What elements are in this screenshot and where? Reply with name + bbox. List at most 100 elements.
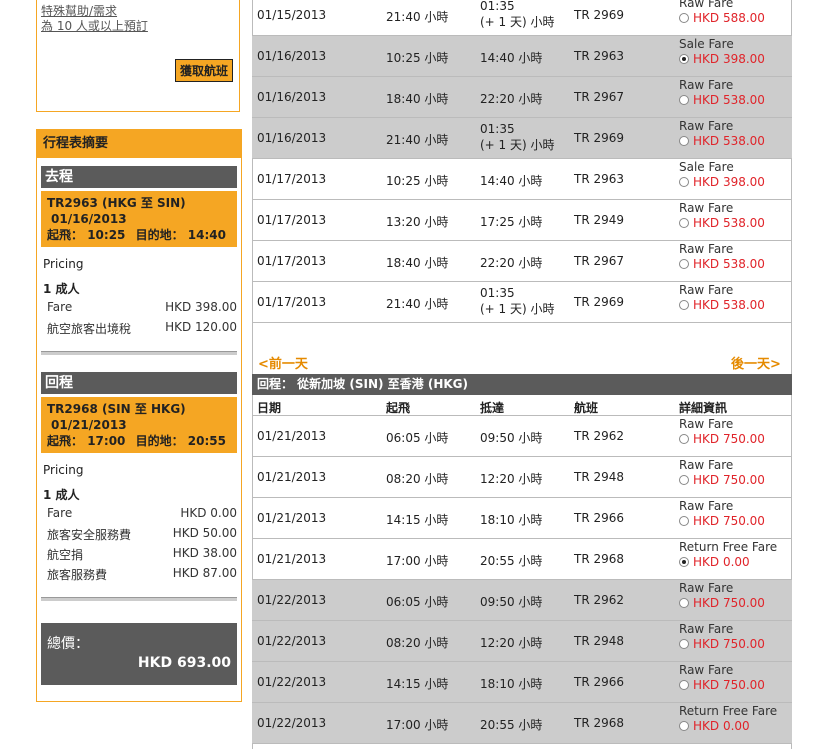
flight-number: TR 2968 (574, 716, 625, 730)
arrival-line: 20:55 小時 (480, 718, 543, 732)
arrival-line: 01:35 (480, 286, 515, 300)
itinerary-summary: 行程表摘要 去程 TR2963 (HKG 至 SIN) 01/16/2013 起… (36, 129, 242, 702)
departure-time: 21:40 小時 (386, 133, 449, 147)
fare-cell: Raw Fare HKD 750.00 (679, 417, 765, 447)
fare-cell: Raw Fare HKD 750.00 (679, 458, 765, 488)
fare-radio[interactable] (679, 475, 689, 485)
arrival-line: 20:55 小時 (480, 554, 543, 568)
fare-price: HKD 588.00 (693, 11, 765, 25)
special-assistance-link[interactable]: 特殊幫助/需求 (41, 4, 239, 19)
flight-date: 01/17/2013 (257, 213, 327, 227)
fare-cell: Raw Fare HKD 538.00 (679, 119, 765, 149)
return-date: 01/21/2013 (51, 418, 127, 432)
fare-price: HKD 750.00 (693, 514, 765, 528)
group-booking-link[interactable]: 為 10 人或以上預訂 (41, 19, 239, 34)
arrival-time: 20:55 小時 (480, 716, 542, 733)
fee-value: HKD 87.00 (172, 566, 237, 580)
fare-radio[interactable] (679, 177, 689, 187)
outbound-pax: 1 成人 (43, 282, 80, 296)
departure-time: 21:40 小時 (386, 10, 449, 24)
fare-radio[interactable] (679, 259, 689, 269)
departure-time: 08:20 小時 (386, 636, 449, 650)
fare-cell: Return Free Fare HKD 0.00 (679, 704, 777, 734)
fare-cell: Return Free Fare HKD 0.00 (679, 540, 777, 570)
arrival-line: 18:10 小時 (480, 677, 543, 691)
departure-time: 21:40 小時 (386, 297, 449, 311)
flight-row: 01/21/2013 17:00 小時 20:55 小時 TR 2968 Return … (252, 539, 792, 580)
fare-type: Raw Fare (679, 242, 734, 256)
arrival-time: 20:55 小時 (480, 552, 542, 569)
outbound-dep-label: 起飛： (47, 228, 84, 242)
fare-type: Raw Fare (679, 581, 734, 595)
flight-row: 01/17/2013 10:25 小時 14:40 小時 TR 2963 Sale Fa… (252, 159, 792, 200)
col-date: 日期 (257, 401, 282, 415)
fare-price: HKD 0.00 (693, 555, 750, 569)
outbound-flight: TR2963 (HKG 至 SIN) (47, 196, 186, 210)
arrival-next-day: (+ 1 天) 小時 (480, 15, 555, 29)
arrival-time: 12:20 小時 (480, 634, 542, 651)
arrival-line: 01:35 (480, 122, 515, 136)
fare-type: Sale Fare (679, 37, 734, 51)
fare-radio[interactable] (679, 680, 689, 690)
col-details: 詳細資訊 (679, 401, 728, 415)
flight-number: TR 2948 (574, 470, 625, 484)
fare-radio[interactable] (679, 516, 689, 526)
outbound-heading: 去程 (41, 166, 237, 188)
fare-cell: Raw Fare HKD 750.00 (679, 663, 765, 693)
return-dep-label: 起飛： (47, 434, 84, 448)
arrival-time: 14:40 小時 (480, 49, 542, 66)
fare-type: Return Free Fare (679, 704, 778, 718)
total-value: HKD 693.00 (137, 655, 231, 671)
return-heading: 回程 (41, 372, 237, 394)
fare-type: Raw Fare (679, 622, 734, 636)
flight-date: 01/16/2013 (257, 90, 327, 104)
fare-radio[interactable] (679, 95, 689, 105)
arrival-time: 22:20 小時 (480, 90, 542, 107)
fare-radio[interactable] (679, 434, 689, 444)
fare-radio[interactable] (679, 218, 689, 228)
arrival-line: 09:50 小時 (480, 431, 543, 445)
fare-price: HKD 750.00 (693, 473, 765, 487)
arrival-line: 14:40 小時 (480, 51, 543, 65)
fee-value: HKD 120.00 (165, 320, 237, 334)
return-pricing-label: Pricing (43, 463, 84, 477)
fare-radio[interactable] (679, 136, 689, 146)
flight-number: TR 2963 (574, 172, 625, 186)
fare-cell: Raw Fare HKD 538.00 (679, 242, 765, 272)
col-arrival: 抵達 (480, 401, 505, 415)
fare-radio[interactable] (679, 13, 689, 23)
fare-cell: Raw Fare HKD 538.00 (679, 283, 765, 313)
flight-row: 01/17/2013 21:40 小時 01:35 (+ 1 天) 小時 TR 2969… (252, 282, 792, 323)
fare-type: Raw Fare (679, 119, 734, 133)
column-headers: 日期 起飛 抵達 航班 詳細資訊 (252, 395, 792, 416)
flight-date: 01/22/2013 (257, 634, 327, 648)
departure-time: 17:00 小時 (386, 554, 449, 568)
flight-number: TR 2948 (574, 634, 625, 648)
special-request-panel: 特殊幫助/需求 為 10 人或以上預訂 獲取航班 (36, 0, 240, 112)
fare-radio[interactable] (679, 54, 689, 64)
fare-radio[interactable] (679, 639, 689, 649)
fare-radio[interactable] (679, 598, 689, 608)
next-day-link[interactable]: 後一天> (731, 353, 781, 372)
flight-date: 01/21/2013 (257, 470, 327, 484)
previous-day-link[interactable]: <前一天 (258, 353, 308, 372)
divider (41, 597, 237, 601)
fare-type: Raw Fare (679, 78, 734, 92)
flight-row: 01/16/2013 21:40 小時 01:35 (+ 1 天) 小時 TR 2969… (252, 118, 792, 159)
fare-radio[interactable] (679, 721, 689, 731)
summary-title: 行程表摘要 (37, 130, 241, 158)
fare-radio[interactable] (679, 557, 689, 567)
fare-price: HKD 0.00 (693, 719, 750, 733)
flight-number: TR 2969 (574, 295, 625, 309)
fare-radio[interactable] (679, 300, 689, 310)
flight-date: 01/16/2013 (257, 131, 327, 145)
departure-time: 14:15 小時 (386, 677, 449, 691)
flight-date: 01/22/2013 (257, 593, 327, 607)
fare-price: HKD 398.00 (693, 175, 765, 189)
flight-row: 01/21/2013 08:20 小時 12:20 小時 TR 2948 Raw Far… (252, 457, 792, 498)
flight-number: TR 2968 (574, 552, 625, 566)
outbound-arr-time: 14:40 (187, 228, 226, 242)
flight-row: 01/22/2013 14:15 小時 18:10 小時 TR 2966 Raw Far… (252, 662, 792, 703)
fare-price: HKD 538.00 (693, 257, 765, 271)
fetch-flights-button[interactable]: 獲取航班 (174, 59, 233, 82)
